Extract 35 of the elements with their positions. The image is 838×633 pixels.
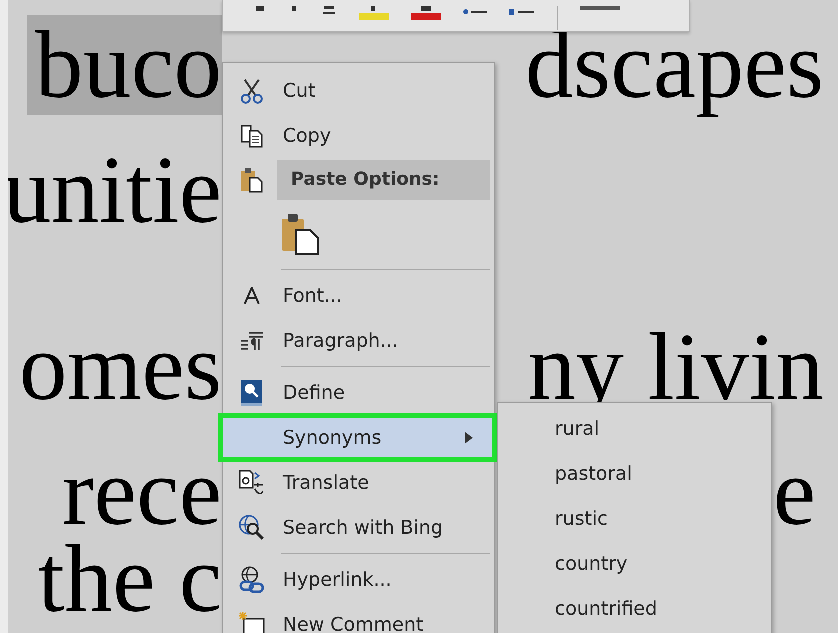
scissors-icon bbox=[240, 78, 264, 104]
menu-item[interactable]: Paragraph... bbox=[223, 318, 494, 363]
numbering-icon[interactable] bbox=[509, 6, 535, 16]
menu-item[interactable]: Synonyms bbox=[220, 415, 495, 460]
globe-link-icon bbox=[238, 566, 266, 594]
keep-formatting-icon[interactable] bbox=[281, 213, 321, 255]
synonym-item[interactable]: rural bbox=[498, 406, 771, 451]
font-color-icon[interactable] bbox=[411, 6, 441, 20]
menu-item[interactable]: Cut bbox=[223, 68, 494, 113]
synonym-item[interactable]: country bbox=[498, 541, 771, 586]
synonym-item[interactable]: pastoral bbox=[498, 451, 771, 496]
menu-item[interactable]: New Comment bbox=[223, 602, 494, 633]
copy-icon bbox=[240, 124, 264, 148]
menu-item[interactable]: Hyperlink... bbox=[223, 557, 494, 602]
submenu-arrow-icon bbox=[465, 432, 473, 444]
menu-item[interactable]: Copy bbox=[223, 113, 494, 158]
font-icon bbox=[243, 286, 261, 304]
document-text: dscapes bbox=[525, 15, 824, 115]
synonym-item[interactable]: rustic bbox=[498, 496, 771, 541]
highlighter-icon[interactable] bbox=[359, 6, 389, 20]
book-search-icon bbox=[240, 378, 264, 406]
synonym-item[interactable]: countrified bbox=[498, 586, 771, 631]
new-comment-icon bbox=[238, 610, 266, 633]
document-text: e bbox=[773, 442, 816, 542]
translate-icon bbox=[238, 468, 266, 496]
menu-item[interactable]: Translate bbox=[223, 460, 494, 505]
document-text: unitie bbox=[3, 140, 222, 240]
clipboard-icon bbox=[240, 167, 264, 193]
menu-item[interactable]: Font... bbox=[223, 273, 494, 318]
menu-header: Paste Options: bbox=[277, 160, 490, 200]
menu-item[interactable]: Search with Bing bbox=[223, 505, 494, 550]
globe-search-icon bbox=[238, 514, 266, 542]
document-text: omes bbox=[19, 317, 222, 417]
document-text: buco bbox=[27, 15, 222, 115]
paragraph-icon bbox=[240, 330, 264, 350]
